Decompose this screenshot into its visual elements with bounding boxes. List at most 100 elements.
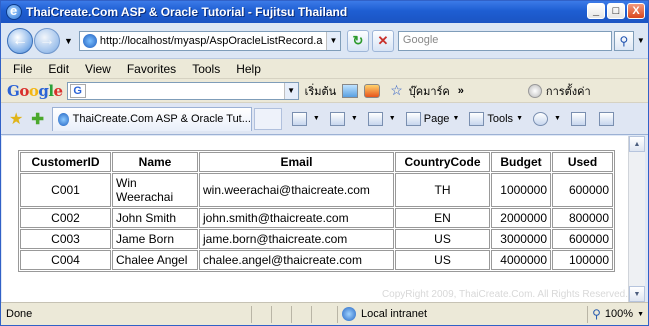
arrow-up-icon: ▲ [633,140,641,148]
cell-used: 800000 [552,208,613,228]
home-button[interactable]: ▼ [291,111,320,126]
help-icon [533,111,548,126]
zoom-level: 100% [604,308,634,320]
research-icon [570,111,586,126]
maximize-button[interactable]: □ [607,3,625,19]
print-button[interactable]: ▼ [367,111,396,126]
settings-button[interactable]: การตั้งค่า [546,82,591,100]
back-button[interactable]: ← [7,27,33,54]
status-bar: Done Local intranet ⚲ 100% ▼ [1,302,648,325]
cell-customerid: C004 [20,250,111,270]
page-menu-label: Page [423,112,450,125]
refresh-button[interactable]: ↻ [346,29,369,52]
forward-button[interactable]: → [34,27,60,54]
menu-view[interactable]: View [77,62,119,76]
cell-name: John Smith [112,208,198,228]
tools-menu-button[interactable]: Tools ▼ [469,111,523,126]
help-button[interactable]: ▼ [533,111,561,126]
scroll-down-button[interactable]: ▼ [629,286,645,302]
research-button[interactable] [570,111,589,126]
cell-used: 600000 [552,173,613,207]
menu-file[interactable]: File [5,62,40,76]
cell-email: jame.born@thaicreate.com [199,229,394,249]
vertical-scrollbar[interactable]: ▲ ▼ [628,136,645,302]
status-panel [271,305,291,323]
favorites-star-icon[interactable]: ★ [9,109,23,129]
messenger-icon [598,111,614,126]
feeds-button[interactable]: ▼ [329,111,358,126]
address-dropdown-icon[interactable]: ▼ [325,31,340,50]
cell-email: chalee.angel@thaicreate.com [199,250,394,270]
close-button[interactable]: X [627,3,645,19]
header-countrycode: CountryCode [395,152,490,172]
scroll-up-button[interactable]: ▲ [629,136,645,152]
more-tools-chevron[interactable]: » [458,85,464,97]
globe-icon [342,307,356,321]
menu-help[interactable]: Help [228,62,269,76]
status-panel [291,305,311,323]
search-input[interactable]: Google [397,30,612,51]
popup-blocker-icon[interactable] [364,83,381,98]
title-bar[interactable]: ThaiCreate.Com ASP & Oracle Tutorial - F… [1,1,648,23]
header-budget: Budget [491,152,551,172]
add-favorites-icon[interactable]: ✚ [31,110,44,128]
menu-bar: File Edit View Favorites Tools Help [1,59,648,79]
cell-name: Chalee Angel [112,250,198,270]
bookmarks-button[interactable]: บุ๊คมาร์ค [409,82,450,100]
url-text[interactable]: http://localhost/myasp/AspOracleListReco… [100,35,326,47]
magnifier-icon: ⚲ [619,33,629,48]
stop-icon: ✕ [377,32,389,48]
recent-pages-dropdown-icon[interactable]: ▼ [64,36,73,46]
page-menu-button[interactable]: Page ▼ [405,111,459,126]
home-icon [291,111,307,126]
tab-current[interactable]: ThaiCreate.Com ASP & Oracle Tut... [51,106,252,131]
menu-edit[interactable]: Edit [40,62,77,76]
cell-budget: 2000000 [491,208,551,228]
tools-dropdown-icon: ▼ [516,115,523,122]
arrow-left-icon: ← [12,31,28,49]
search-options-dropdown-icon[interactable]: ▼ [637,36,645,45]
print-dropdown-icon: ▼ [388,115,396,122]
feeds-dropdown-icon: ▼ [350,115,358,122]
cell-name: Win Weerachai [112,173,198,207]
cell-customerid: C003 [20,229,111,249]
cell-countrycode: EN [395,208,490,228]
minimize-button[interactable]: _ [587,3,605,19]
table-header-row: CustomerID Name Email CountryCode Budget… [20,152,613,172]
cell-budget: 1000000 [491,173,551,207]
zoom-icon: ⚲ [592,307,601,321]
google-search-dropdown-icon[interactable]: ▼ [283,82,298,99]
google-toolbar: Google G ▼ เริ่มต้น ☆ บุ๊คมาร์ค » การตั้… [1,79,648,103]
header-email: Email [199,152,394,172]
rss-feed-icon [329,111,345,126]
new-tab-button[interactable] [253,107,282,130]
google-go-button[interactable]: เริ่มต้น [305,82,337,100]
status-panel [251,305,271,323]
bookmark-star-icon[interactable]: ☆ [390,82,403,99]
cell-customerid: C002 [20,208,111,228]
settings-icon[interactable] [527,83,542,98]
menu-favorites[interactable]: Favorites [119,62,184,76]
stop-button[interactable]: ✕ [371,29,394,52]
tab-label: ThaiCreate.Com ASP & Oracle Tut... [72,113,251,125]
search-button[interactable]: ⚲ [613,30,634,51]
header-name: Name [112,152,198,172]
header-used: Used [552,152,613,172]
cell-countrycode: US [395,250,490,270]
page-content: CustomerID Name Email CountryCode Budget… [2,136,628,302]
zoom-control[interactable]: ⚲ 100% ▼ [587,305,644,323]
cell-countrycode: US [395,229,490,249]
header-customerid: CustomerID [20,152,111,172]
google-search-input[interactable]: G ▼ [66,81,299,100]
security-zone[interactable]: Local intranet [337,305,487,323]
picture-icon[interactable] [342,83,359,98]
messenger-button[interactable] [598,111,617,126]
navigation-bar: ← → ▼ http://localhost/myasp/AspOracleLi… [1,23,648,59]
address-field[interactable]: http://localhost/myasp/AspOracleListReco… [78,30,341,51]
tab-page-icon [57,112,69,126]
cell-name: Jame Born [112,229,198,249]
menu-tools[interactable]: Tools [184,62,228,76]
refresh-icon: ↻ [352,32,364,48]
google-g-icon: G [69,83,86,98]
arrow-right-icon: → [39,31,55,49]
